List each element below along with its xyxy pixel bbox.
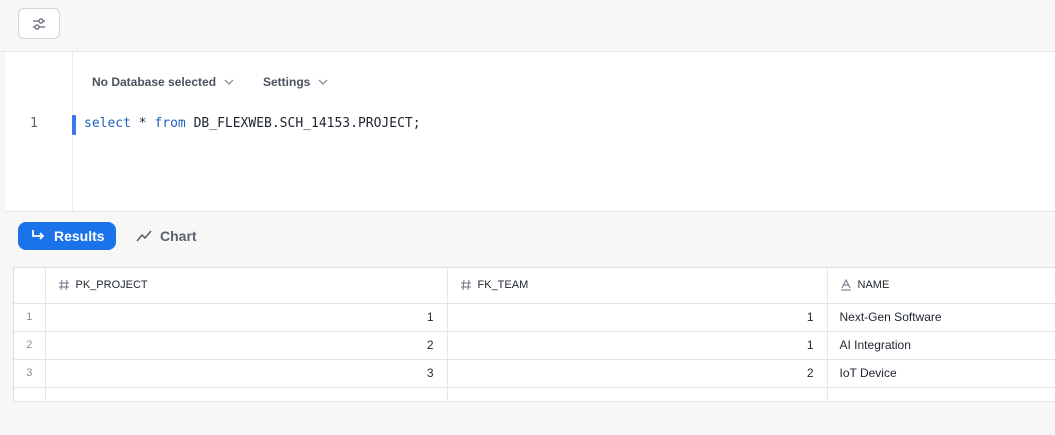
hash-icon — [460, 280, 471, 291]
cell-pk-project[interactable]: 2 — [45, 331, 448, 360]
results-grid: PK_PROJECT FK_TEAM NAME 1 1 1 Next-Gen S… — [13, 267, 1055, 402]
cell-fk-team[interactable]: 1 — [447, 331, 828, 360]
empty-cell — [827, 387, 1055, 402]
chevron-down-icon — [224, 79, 234, 85]
text-type-icon — [840, 279, 851, 291]
return-arrow-icon — [32, 230, 45, 240]
cell-pk-project[interactable]: 3 — [45, 359, 448, 388]
cell-fk-team[interactable]: 2 — [447, 359, 828, 388]
chart-tab-button[interactable]: Chart — [136, 222, 197, 250]
row-index-header — [14, 268, 46, 304]
active-line-marker — [72, 115, 76, 135]
header-row: PK_PROJECT FK_TEAM NAME — [14, 268, 1055, 304]
keyword-from: from — [154, 116, 186, 131]
top-toolbar — [0, 0, 1055, 52]
database-selector[interactable]: No Database selected — [92, 75, 236, 89]
settings-dropdown[interactable]: Settings — [263, 75, 330, 89]
code-star: * — [130, 116, 155, 131]
sql-editor[interactable]: No Database selected Settings 1 select *… — [6, 52, 1055, 212]
sliders-icon — [33, 17, 45, 30]
empty-cell — [14, 387, 46, 402]
row-index: 3 — [14, 359, 46, 388]
results-tab-button[interactable]: Results — [18, 222, 116, 250]
table-row[interactable]: 2 2 1 AI Integration — [14, 331, 1055, 360]
row-index: 1 — [14, 303, 46, 332]
hash-icon — [58, 280, 69, 291]
line-number: 1 — [30, 116, 38, 131]
database-selector-label: No Database selected — [92, 75, 217, 89]
empty-cell — [45, 387, 448, 402]
column-header-label: FK_TEAM — [477, 279, 529, 292]
results-table: PK_PROJECT FK_TEAM NAME 1 1 1 Next-Gen S… — [14, 268, 1055, 402]
settings-label: Settings — [263, 75, 311, 89]
column-header-pk-project[interactable]: PK_PROJECT — [45, 268, 448, 304]
cell-pk-project[interactable]: 1 — [45, 303, 448, 332]
column-header-label: NAME — [857, 279, 890, 292]
row-index: 2 — [14, 331, 46, 360]
line-chart-icon — [136, 230, 152, 242]
chevron-down-icon — [318, 79, 328, 85]
code-line[interactable]: select * from DB_FLEXWEB.SCH_14153.PROJE… — [84, 116, 421, 131]
results-label: Results — [54, 228, 105, 244]
column-header-label: PK_PROJECT — [75, 279, 148, 292]
cell-name[interactable]: AI Integration — [827, 331, 1055, 360]
column-header-fk-team[interactable]: FK_TEAM — [447, 268, 828, 304]
cell-name[interactable]: IoT Device — [827, 359, 1055, 388]
empty-cell — [447, 387, 828, 402]
table-row[interactable]: 3 3 2 IoT Device — [14, 359, 1055, 388]
column-header-name[interactable]: NAME — [827, 268, 1055, 304]
filter-button[interactable] — [18, 8, 60, 39]
empty-row — [14, 387, 1055, 402]
results-toolbar: Results Chart — [6, 212, 1055, 260]
cell-name[interactable]: Next-Gen Software — [827, 303, 1055, 332]
chart-label: Chart — [160, 228, 197, 244]
cell-fk-team[interactable]: 1 — [447, 303, 828, 332]
table-row[interactable]: 1 1 1 Next-Gen Software — [14, 303, 1055, 332]
keyword-select: select — [84, 116, 131, 131]
code-table-ref: DB_FLEXWEB.SCH_14153.PROJECT; — [185, 116, 421, 131]
